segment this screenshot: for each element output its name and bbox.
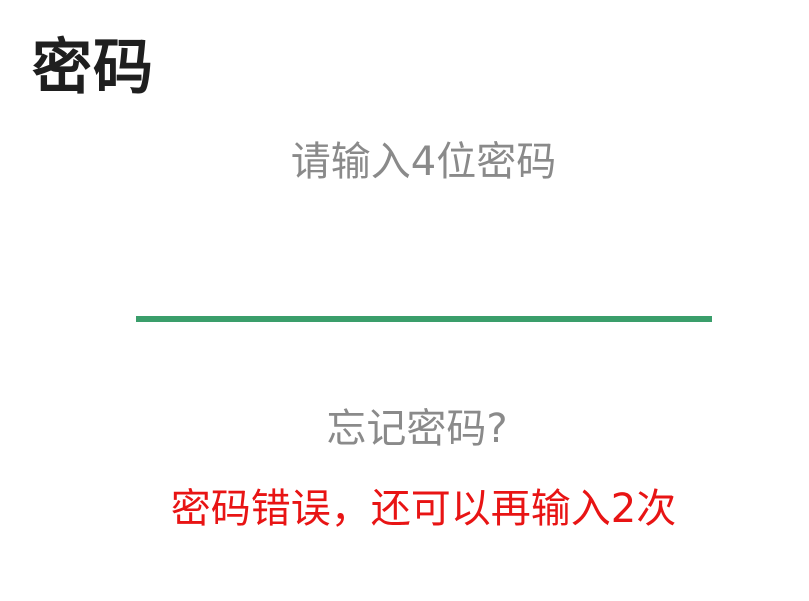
- pin-field[interactable]: [136, 210, 712, 322]
- pin-underline: [136, 316, 712, 322]
- error-message: 密码错误，还可以再输入2次: [170, 486, 677, 532]
- pin-prompt: 请输入4位密码: [290, 139, 557, 185]
- pin-input[interactable]: [136, 210, 712, 315]
- forgot-password-link[interactable]: 忘记密码?: [0, 404, 809, 454]
- page-title: 密码: [32, 33, 154, 103]
